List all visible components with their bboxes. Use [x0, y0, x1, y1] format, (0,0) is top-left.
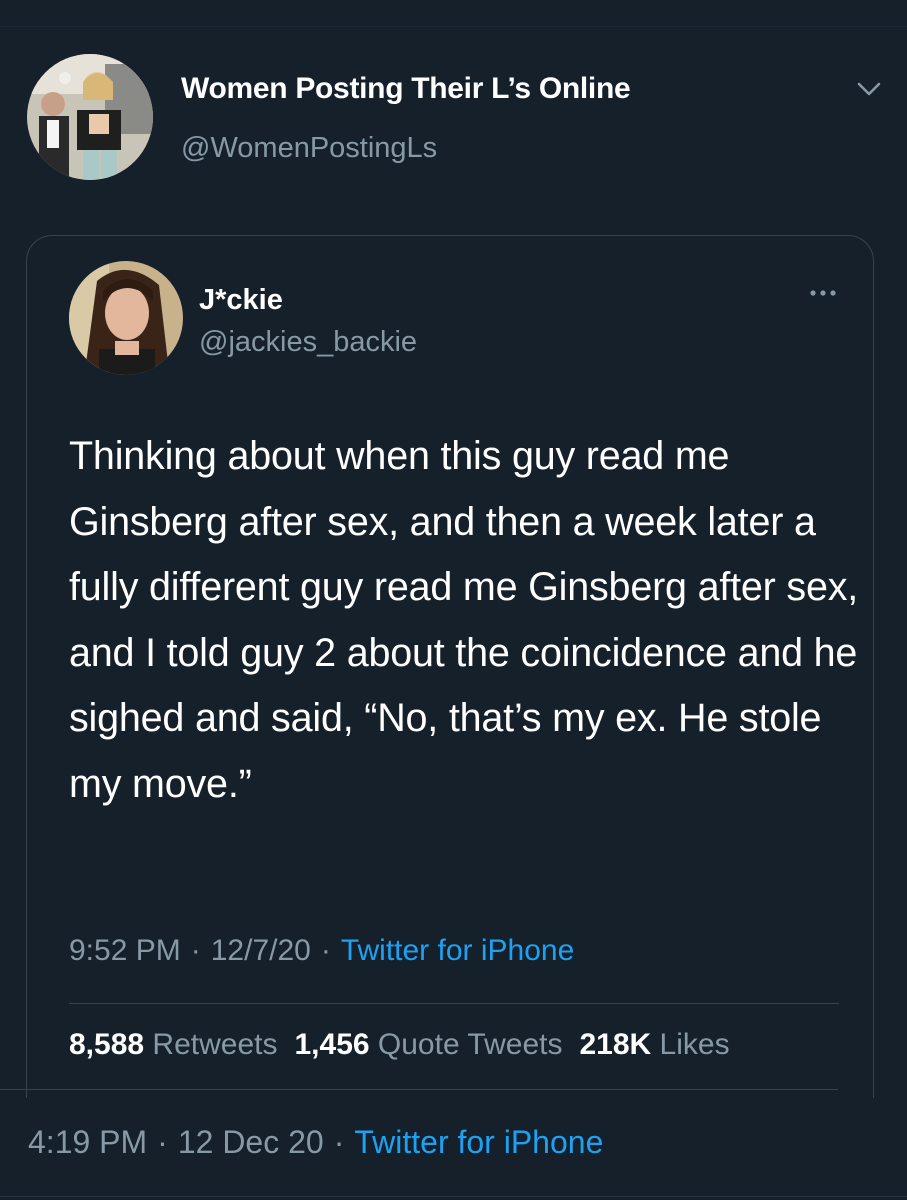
separator: ·	[157, 1124, 168, 1160]
top-divider	[0, 0, 907, 27]
outer-avatar[interactable]	[27, 54, 153, 180]
retweets-count: 8,588	[69, 1028, 145, 1061]
divider	[0, 1089, 838, 1090]
quoted-display-name[interactable]: J*ckie	[199, 284, 283, 317]
separator: ·	[190, 934, 201, 967]
divider	[0, 1196, 907, 1197]
quote-tweets-count: 1,456	[294, 1028, 370, 1061]
more-dots-icon[interactable]	[805, 284, 841, 302]
divider	[69, 1003, 839, 1004]
likes-label: Likes	[659, 1028, 730, 1061]
quoted-tweet-time[interactable]: 9:52 PM	[69, 934, 181, 967]
likes-stat[interactable]: 218K Likes	[579, 1028, 729, 1061]
retweets-stat[interactable]: 8,588 Retweets	[69, 1028, 277, 1061]
engagement-stats: 8,588 Retweets 1,456 Quote Tweets 218K Lik…	[69, 1028, 730, 1062]
likes-count: 218K	[579, 1028, 652, 1061]
quoted-tweet-text: Thinking about when this guy read me Gin…	[69, 434, 859, 806]
outer-display-name[interactable]: Women Posting Their L’s Online	[181, 72, 631, 106]
outer-tweet-date[interactable]: 12 Dec 20	[178, 1124, 324, 1160]
quoted-avatar[interactable]	[69, 261, 183, 375]
quoted-tweet-date[interactable]: 12/7/20	[211, 934, 311, 967]
chevron-down-icon[interactable]	[854, 74, 884, 104]
separator: ·	[333, 1124, 345, 1160]
quote-tweets-label: Quote Tweets	[377, 1028, 563, 1061]
separator: ·	[320, 934, 331, 967]
quoted-tweet-meta: 9:52 PM · 12/7/20 · Twitter for iPhone	[69, 934, 574, 968]
outer-handle[interactable]: @WomenPostingLs	[181, 132, 437, 165]
outer-tweet-meta: 4:19 PM · 12 Dec 20 · Twitter for iPhone	[28, 1124, 603, 1161]
outer-tweet-source-link[interactable]: Twitter for iPhone	[354, 1124, 603, 1160]
retweets-label: Retweets	[152, 1028, 278, 1061]
outer-tweet-header: Women Posting Their L’s Online @WomenPos…	[24, 52, 884, 184]
quote-tweets-stat[interactable]: 1,456 Quote Tweets	[294, 1028, 562, 1061]
quoted-handle[interactable]: @jackies_backie	[199, 326, 417, 359]
quoted-tweet-card[interactable]: J*ckie @jackies_backie Thinking about wh…	[26, 235, 874, 1098]
quoted-tweet-source-link[interactable]: Twitter for iPhone	[341, 934, 574, 967]
outer-tweet-time[interactable]: 4:19 PM	[28, 1124, 147, 1160]
